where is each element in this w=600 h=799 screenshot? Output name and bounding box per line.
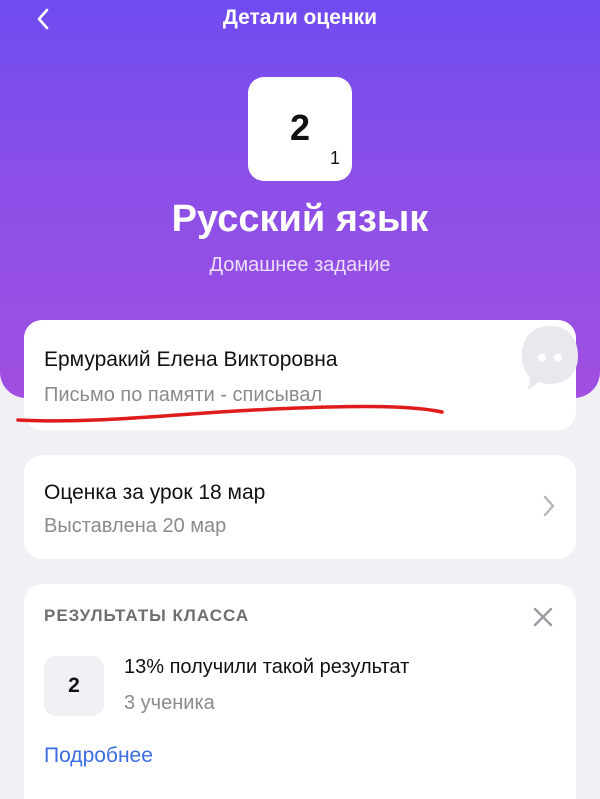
teacher-comment: Письмо по памяти - списывал	[44, 384, 323, 406]
work-type: Домашнее задание	[209, 254, 391, 276]
grade-badge: 2 1	[248, 77, 352, 181]
results-header: РЕЗУЛЬТАТЫ КЛАССА	[44, 606, 250, 625]
grade-value: 2	[289, 107, 311, 148]
teacher-name: Ермуракий Елена Викторовна	[44, 348, 338, 371]
result-students-count: 3 ученика	[124, 692, 215, 714]
chevron-right-icon	[543, 495, 555, 517]
lesson-title: Оценка за урок 18 мар	[44, 481, 266, 504]
result-percent-text: 13% получили такой результат	[124, 656, 410, 678]
result-grade-badge: 2	[44, 656, 104, 716]
class-results-card: РЕЗУЛЬТАТЫ КЛАССА 2 13% получили такой р…	[24, 584, 576, 799]
lesson-grade-row[interactable]: Оценка за урок 18 мар Выставлена 20 мар	[24, 455, 576, 559]
grade-weight: 1	[329, 148, 340, 168]
close-icon	[533, 607, 553, 627]
page-title: Детали оценки	[222, 6, 378, 29]
lesson-set-date: Выставлена 20 мар	[44, 515, 227, 537]
close-button[interactable]	[532, 606, 554, 628]
chat-bubble-icon[interactable]	[520, 324, 580, 394]
subject-title: Русский язык	[171, 198, 429, 240]
teacher-comment-card: Ермуракий Елена Викторовна Письмо по пам…	[24, 320, 578, 430]
more-details-link[interactable]: Подробнее	[44, 744, 153, 768]
